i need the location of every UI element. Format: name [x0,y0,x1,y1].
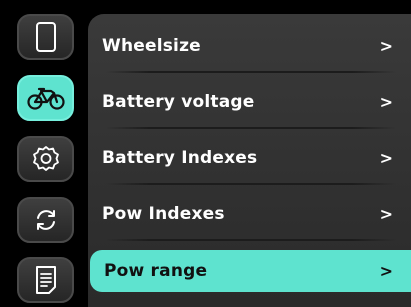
menu-item-pow-indexes[interactable]: Pow Indexes > [88,193,411,235]
menu-item-battery-indexes[interactable]: Battery Indexes > [88,137,411,179]
chevron-right-icon: > [379,36,393,56]
menu-item-wheelsize[interactable]: Wheelsize > [88,25,411,67]
divider [106,239,396,241]
sidebar-button-bike[interactable] [17,75,74,121]
chevron-right-icon: > [379,261,393,281]
chevron-right-icon: > [379,204,393,224]
chevron-right-icon: > [379,92,393,112]
divider [106,183,396,185]
divider [106,71,396,73]
refresh-icon [36,210,55,230]
sidebar-button-device[interactable] [17,14,74,60]
sidebar-button-settings[interactable] [17,136,74,182]
sidebar-button-document[interactable] [17,257,74,303]
screen: Wheelsize > Battery voltage > Battery In… [0,0,411,307]
sidebar [0,0,88,307]
menu-item-label: Pow Indexes [102,204,225,224]
sidebar-button-refresh[interactable] [17,197,74,243]
menu-item-pow-range[interactable]: Pow range > [90,250,411,292]
document-icon [35,266,56,294]
menu-item-label: Battery voltage [102,92,255,112]
menu-item-label: Wheelsize [102,36,201,56]
gear-icon [32,146,59,171]
menu-item-label: Pow range [104,261,208,281]
menu-item-battery-voltage[interactable]: Battery voltage > [88,81,411,123]
menu-panel: Wheelsize > Battery voltage > Battery In… [88,14,411,307]
divider [106,127,396,129]
chevron-right-icon: > [379,148,393,168]
menu-item-label: Battery Indexes [102,148,258,168]
bicycle-icon [26,87,65,110]
phone-device-icon [35,22,56,52]
